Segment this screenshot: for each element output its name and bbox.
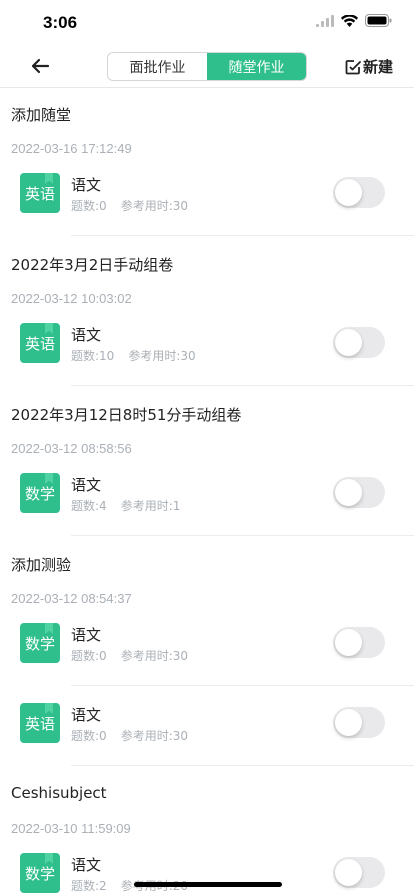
subject-badge: 英语 (20, 703, 60, 743)
item-meta: 题数:0 参考用时:30 (71, 199, 189, 213)
publish-toggle[interactable] (333, 857, 385, 888)
homework-item[interactable]: 数学 语文 题数:4 参考用时:1 (0, 473, 414, 553)
signal-icon (316, 14, 334, 27)
divider (71, 535, 414, 536)
publish-toggle[interactable] (333, 627, 385, 658)
subject-badge: 数学 (20, 853, 60, 893)
homework-item[interactable]: 英语 语文 题数:0 参考用时:30 (0, 703, 414, 783)
back-arrow-icon[interactable] (28, 54, 52, 78)
divider (71, 235, 414, 236)
homework-item[interactable]: 数学 语文 题数:0 参考用时:30 (0, 623, 414, 703)
subject-badge: 数学 (20, 473, 60, 513)
publish-toggle[interactable] (333, 327, 385, 358)
divider (71, 765, 414, 766)
group-title: 添加随堂 (11, 106, 72, 124)
item-meta: 题数:10 参考用时:30 (71, 349, 196, 363)
status-icons (316, 14, 392, 27)
item-title: 语文 (71, 626, 102, 644)
wifi-icon (341, 14, 358, 27)
new-button[interactable]: 新建 (345, 56, 393, 77)
homework-item[interactable]: 数学 语文 题数:2参考用时:20 (0, 853, 414, 896)
group-date: 2022-03-12 08:54:37 (11, 591, 132, 606)
group-date: 2022-03-10 11:59:09 (11, 821, 131, 836)
new-label: 新建 (362, 58, 393, 76)
item-title: 语文 (71, 176, 102, 194)
publish-toggle[interactable] (333, 477, 385, 508)
tab-classroom-homework[interactable]: 随堂作业 (207, 53, 306, 80)
divider (71, 385, 414, 386)
item-meta: 题数:4 参考用时:1 (71, 499, 181, 513)
group-date: 2022-03-16 17:12:49 (11, 141, 132, 156)
status-time: 3:06 (43, 13, 78, 32)
item-title: 语文 (71, 706, 102, 724)
group-title: Ceshisubject (11, 784, 107, 802)
group-title: 添加测验 (11, 556, 72, 574)
group-date: 2022-03-12 08:58:56 (11, 441, 132, 456)
status-bar: 3:06 (0, 0, 414, 44)
group-date: 2022-03-12 10:03:02 (11, 291, 132, 306)
edit-icon (345, 59, 361, 74)
divider (71, 685, 414, 686)
publish-toggle[interactable] (333, 707, 385, 738)
home-indicator (134, 882, 282, 887)
subject-badge: 英语 (20, 323, 60, 363)
homework-item[interactable]: 英语 语文 题数:10 参考用时:30 (0, 323, 414, 403)
subject-badge: 数学 (20, 623, 60, 663)
tab-face-review[interactable]: 面批作业 (108, 53, 207, 80)
group-title: 2022年3月12日8时51分手动组卷 (11, 406, 242, 424)
publish-toggle[interactable] (333, 177, 385, 208)
item-title: 语文 (71, 476, 102, 494)
battery-icon (365, 14, 392, 27)
item-title: 语文 (71, 326, 102, 344)
segmented-control: 面批作业 随堂作业 (107, 52, 307, 81)
homework-item[interactable]: 英语 语文 题数:0 参考用时:30 (0, 173, 414, 253)
item-title: 语文 (71, 856, 102, 874)
group-title: 2022年3月2日手动组卷 (11, 256, 174, 274)
subject-badge: 英语 (20, 173, 60, 213)
item-meta: 题数:0 参考用时:30 (71, 729, 189, 743)
nav-bar: 面批作业 随堂作业 新建 (0, 44, 414, 88)
item-meta: 题数:0 参考用时:30 (71, 649, 189, 663)
